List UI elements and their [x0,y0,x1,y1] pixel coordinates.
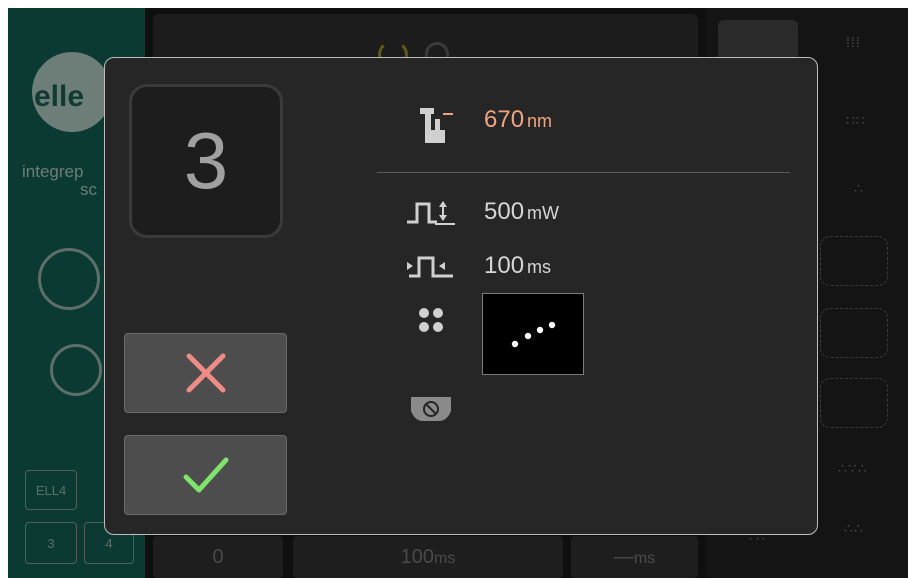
brand-line-1: integrep [22,162,84,181]
power-readout: 500 mW [484,198,559,226]
divider [377,172,790,173]
brand-line-2: sc [80,180,97,199]
pattern-spots-graphic [511,321,556,348]
cancel-button[interactable] [124,333,287,413]
shot-counter: 0 [153,536,283,578]
sidebar-button-3[interactable]: 3 [25,522,77,564]
pattern-triangle-icon[interactable]: ∴ [854,180,864,197]
duration-unit: ms [527,257,552,277]
power-pulse-icon [407,201,455,225]
settings-sliders-icon[interactable] [50,344,102,396]
wavelength-readout: 670 nm [484,106,552,134]
duration-readout: 100 ms [484,252,551,280]
check-icon [183,457,228,493]
treatment-icon[interactable] [38,248,100,310]
power-value: 500 [484,198,525,225]
wavelength-unit: nm [527,111,553,131]
pattern-slot-1[interactable] [820,236,888,286]
app-screen: elle integrep sc ELL4 3 4 0 100ms —ms ⁞⁞… [8,8,908,578]
pattern-square-icon[interactable]: ∷∷ [846,112,866,129]
no-eye-icon [411,397,451,421]
pattern-slot-3[interactable] [820,378,888,428]
confirm-button[interactable] [124,435,287,515]
interval-value: — [613,546,634,568]
pattern-preview[interactable] [482,293,584,375]
pattern-grid-icon[interactable]: ⁞⁞⁞ [846,34,861,50]
brand-logo-text: elle [34,80,85,113]
step-number-box: 3 [129,84,283,238]
pattern-wedge-icon[interactable]: ∴∴ [844,520,864,537]
interval-unit: ms [633,550,656,567]
spot-pattern-icon [419,308,443,332]
duration-display[interactable]: 100ms [293,536,563,578]
interval-display[interactable]: —ms [571,536,698,578]
x-icon [186,353,225,393]
laser-aiming-icon [420,108,453,143]
duration-value: 100 [484,252,525,279]
duration-pulse-icon [407,256,453,278]
power-unit: mW [527,203,560,223]
pattern-arc-icon[interactable]: ∴∵∴ [838,460,868,477]
wavelength-value: 670 [484,106,525,133]
step-number: 3 [183,116,229,205]
sidebar-button-ell[interactable]: ELL4 [25,470,77,510]
pattern-slot-2[interactable] [820,308,888,358]
duration-value: 100 [400,546,435,568]
duration-unit: ms [434,550,456,567]
confirm-step-dialog: 3 670 nm 500 mW 100 ms [104,57,818,535]
